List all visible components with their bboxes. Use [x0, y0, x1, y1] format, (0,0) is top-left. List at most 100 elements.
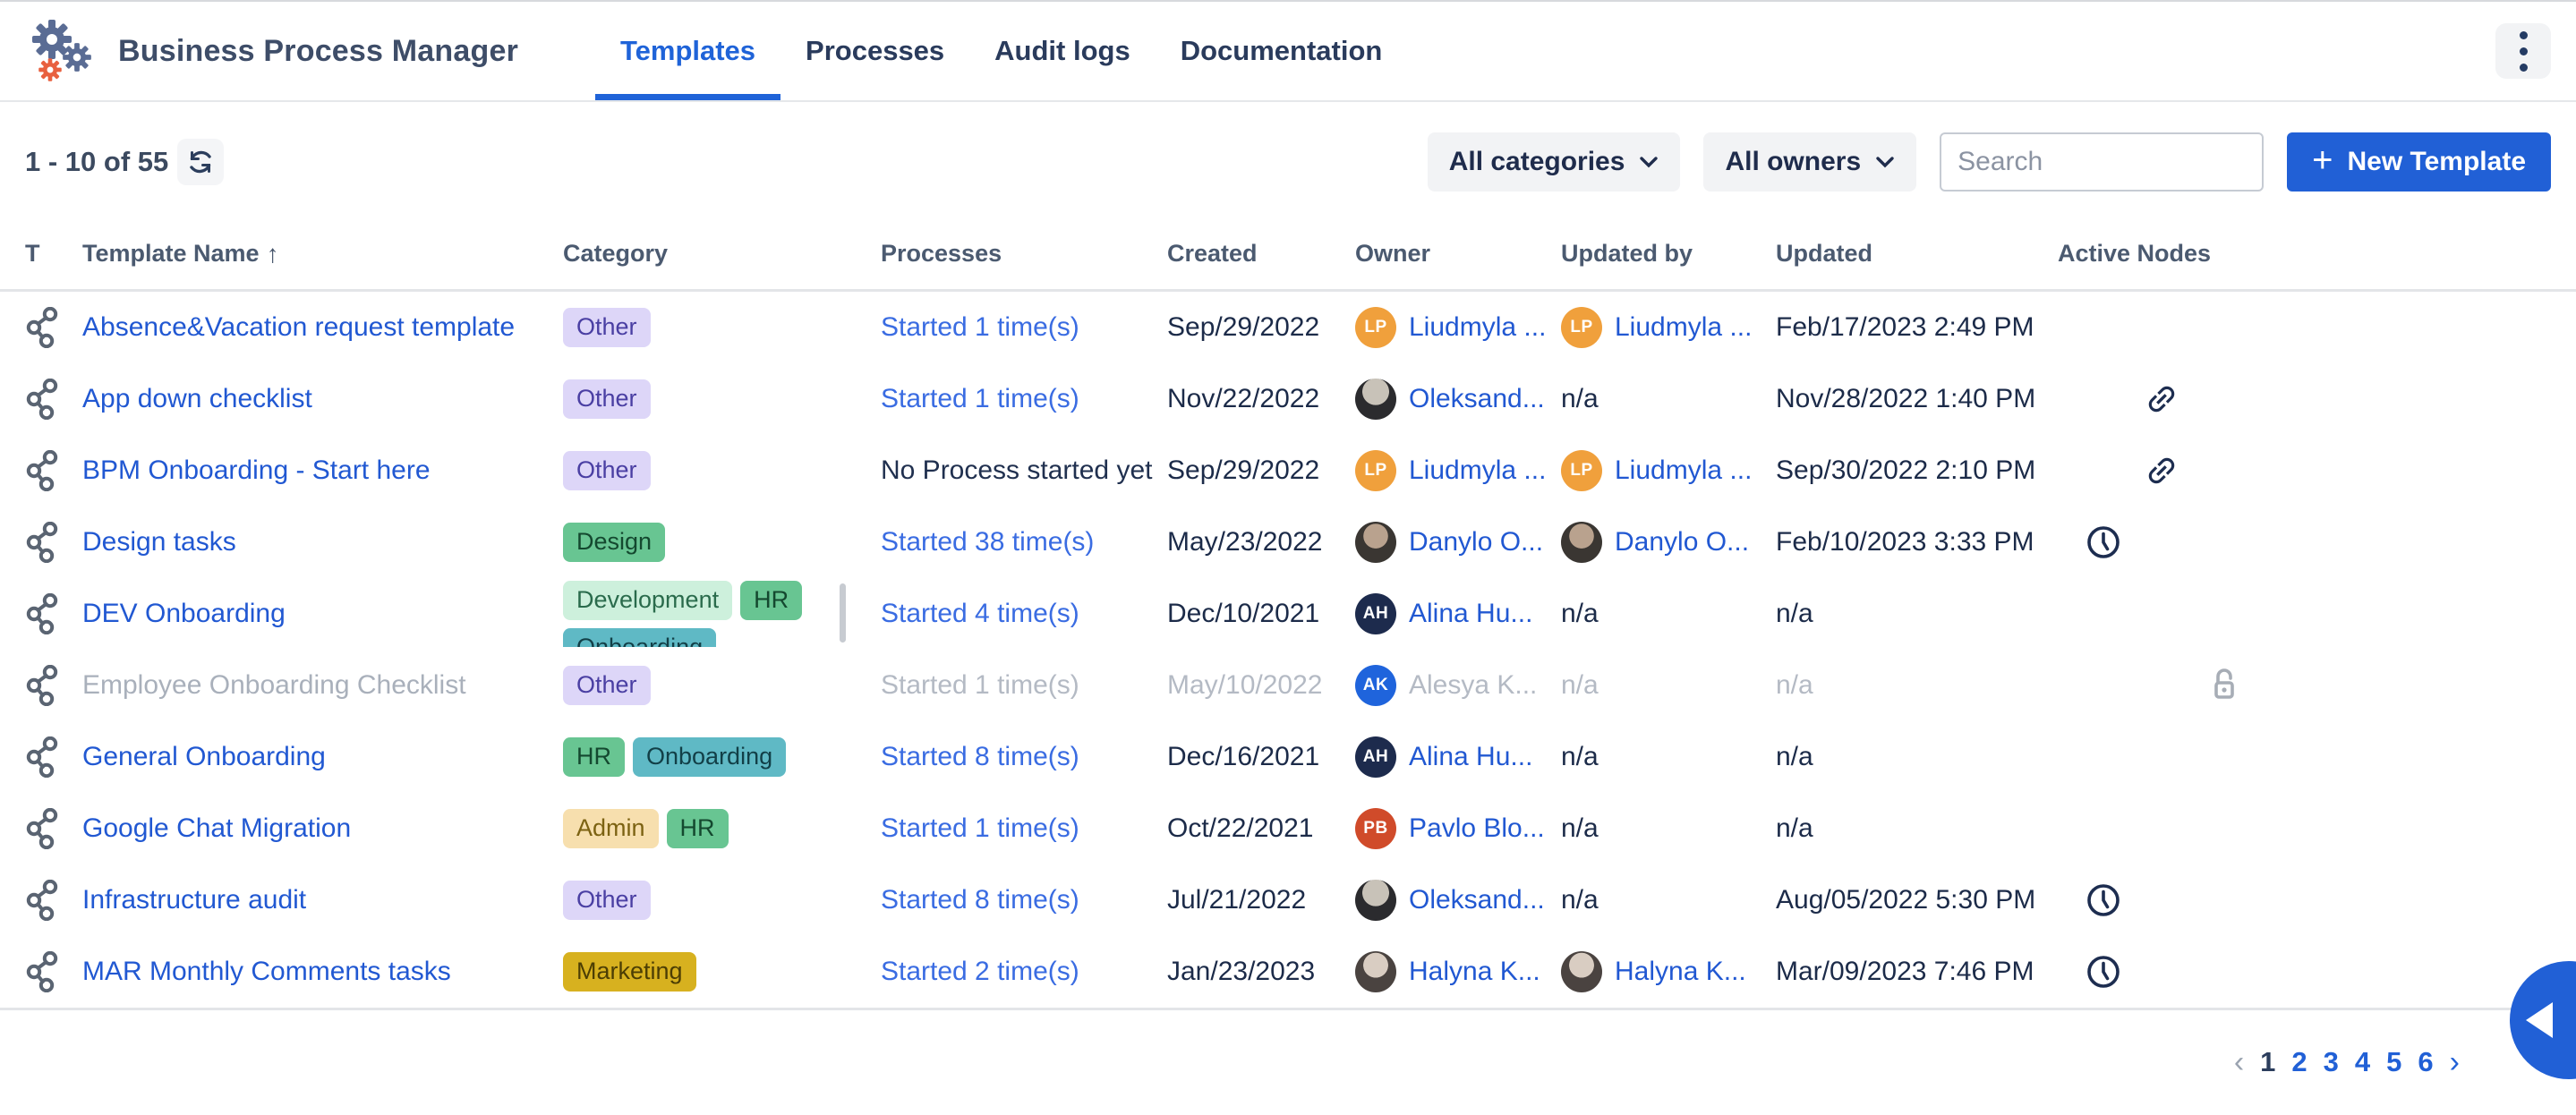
category-filter-label: All categories [1449, 147, 1625, 177]
person: AHAlina Hu... [1355, 593, 1532, 634]
updated-date: n/a [1776, 599, 1813, 629]
owner-filter-dropdown[interactable]: All owners [1703, 132, 1916, 192]
person: Halyna K... [1561, 951, 1746, 992]
refresh-icon [185, 147, 216, 177]
created-date: Oct/22/2021 [1167, 813, 1313, 844]
created-date: Dec/16/2021 [1167, 742, 1319, 772]
column-header-updated: Updated [1776, 240, 2058, 268]
column-header-name[interactable]: Template Name↑ [82, 240, 563, 268]
user-name-link[interactable]: Halyna K... [1409, 957, 1540, 987]
active-node-clock-indicator[interactable] [2085, 953, 2122, 991]
column-label: T [25, 240, 40, 268]
user-name-link[interactable]: Oleksand... [1409, 885, 1545, 915]
processes-count-link[interactable]: Started 8 time(s) [881, 742, 1079, 772]
processes-count-link[interactable]: Started 4 time(s) [881, 599, 1079, 629]
workflow-icon [25, 450, 61, 491]
created-date: Dec/10/2021 [1167, 599, 1319, 629]
template-name-link[interactable]: DEV Onboarding [82, 599, 286, 629]
tab-templates[interactable]: Templates [595, 2, 780, 100]
new-template-button[interactable]: + New Template [2287, 132, 2551, 192]
pagination-page-2[interactable]: 2 [2291, 1046, 2307, 1078]
category-chips: Other [563, 308, 674, 347]
user-name-link[interactable]: Liudmyla ... [1615, 455, 1752, 486]
template-name-link: Employee Onboarding Checklist [82, 670, 466, 701]
pagination-next-button[interactable]: › [2450, 1047, 2460, 1077]
pagination-page-4[interactable]: 4 [2355, 1046, 2370, 1078]
user-name-link[interactable]: Oleksand... [1409, 384, 1545, 414]
category-cell-scrollbar[interactable] [840, 583, 846, 643]
not-available-text: n/a [1561, 384, 1599, 414]
processes-count-link[interactable]: Started 8 time(s) [881, 885, 1079, 915]
result-count: 1 - 10 of 55 [25, 146, 168, 178]
user-photo-avatar [1355, 880, 1396, 921]
user-name-link[interactable]: Danylo O... [1409, 527, 1543, 558]
category-filter-dropdown[interactable]: All categories [1428, 132, 1681, 192]
search-input[interactable] [1958, 147, 2303, 177]
template-name-link[interactable]: MAR Monthly Comments tasks [82, 957, 451, 987]
user-name-link[interactable]: Alina Hu... [1409, 742, 1532, 772]
created-date: Jul/21/2022 [1167, 885, 1306, 915]
pagination-page-6[interactable]: 6 [2418, 1046, 2433, 1078]
category-chip-admin: Admin [563, 809, 659, 848]
workflow-icon [25, 808, 61, 849]
table-row-7: General Onboarding HROnboarding Started … [0, 721, 2576, 793]
person: AKAlesya K... [1355, 665, 1537, 706]
column-header-category: Category [563, 240, 881, 268]
user-name-link[interactable]: Danylo O... [1615, 527, 1749, 558]
nav-tabs: TemplatesProcessesAudit logsDocumentatio… [595, 2, 1407, 100]
tab-audit-logs[interactable]: Audit logs [969, 2, 1156, 100]
column-header-owner: Owner [1355, 240, 1561, 268]
category-chip-onboarding: Onboarding [633, 737, 786, 777]
user-name-link[interactable]: Halyna K... [1615, 957, 1746, 987]
tab-processes[interactable]: Processes [780, 2, 969, 100]
pagination-page-3[interactable]: 3 [2324, 1046, 2339, 1078]
pagination-page-5[interactable]: 5 [2386, 1046, 2401, 1078]
processes-count-link[interactable]: Started 1 time(s) [881, 312, 1079, 343]
template-name-link[interactable]: Design tasks [82, 527, 236, 558]
active-node-clock-indicator[interactable] [2085, 881, 2122, 919]
template-name-link[interactable]: Absence&Vacation request template [82, 312, 515, 343]
refresh-button[interactable] [177, 139, 224, 185]
active-node-link-indicator[interactable] [2144, 381, 2179, 417]
category-chips: Other [563, 451, 674, 490]
template-name-link[interactable]: App down checklist [82, 384, 312, 414]
user-name-link[interactable]: Liudmyla ... [1409, 455, 1546, 486]
column-label: Category [563, 240, 668, 268]
active-node-link-indicator[interactable] [2144, 453, 2179, 489]
user-photo-avatar [1561, 951, 1602, 992]
gears-logo-icon [25, 14, 98, 88]
category-chips: Marketing [563, 952, 720, 992]
template-name-link[interactable]: BPM Onboarding - Start here [82, 455, 431, 486]
processes-count-link[interactable]: Started 1 time(s) [881, 384, 1079, 414]
processes-count-link[interactable]: Started 1 time(s) [881, 813, 1079, 844]
tab-documentation[interactable]: Documentation [1156, 2, 1408, 100]
link-icon [2137, 446, 2188, 497]
overflow-menu-button[interactable] [2495, 23, 2551, 79]
category-chips: HROnboarding [563, 737, 809, 777]
user-photo-avatar [1355, 951, 1396, 992]
user-name-link[interactable]: Pavlo Blo... [1409, 813, 1545, 844]
category-chip-other: Other [563, 308, 651, 347]
processes-count-link[interactable]: Started 38 time(s) [881, 527, 1094, 558]
category-chips: DevelopmentHROnboarding [563, 581, 881, 647]
active-node-clock-indicator[interactable] [2085, 523, 2122, 561]
table-row-10: MAR Monthly Comments tasks Marketing Sta… [0, 936, 2576, 1008]
user-initials-avatar: AK [1355, 665, 1396, 706]
table-row-1: Absence&Vacation request template Other … [0, 292, 2576, 363]
table-header-row: TTemplate Name↑CategoryProcessesCreatedO… [0, 218, 2576, 292]
processes-count-link[interactable]: Started 2 time(s) [881, 957, 1079, 987]
template-name-link[interactable]: Google Chat Migration [82, 813, 351, 844]
template-name-link[interactable]: General Onboarding [82, 742, 326, 772]
clock-icon [2085, 881, 2122, 919]
template-name-link[interactable]: Infrastructure audit [82, 885, 306, 915]
user-name-link[interactable]: Liudmyla ... [1409, 312, 1546, 343]
workflow-icon [25, 593, 61, 634]
not-available-text: n/a [1561, 670, 1599, 701]
active-node-lock-indicator[interactable] [2206, 666, 2242, 705]
user-name-link[interactable]: Liudmyla ... [1615, 312, 1752, 343]
user-name-link[interactable]: Alina Hu... [1409, 599, 1532, 629]
table-row-4: Design tasks Design Started 38 time(s) M… [0, 506, 2576, 578]
table-row-6: Employee Onboarding Checklist Other Star… [0, 650, 2576, 721]
person: PBPavlo Blo... [1355, 808, 1545, 849]
fab-arrow-icon [2526, 1002, 2553, 1038]
